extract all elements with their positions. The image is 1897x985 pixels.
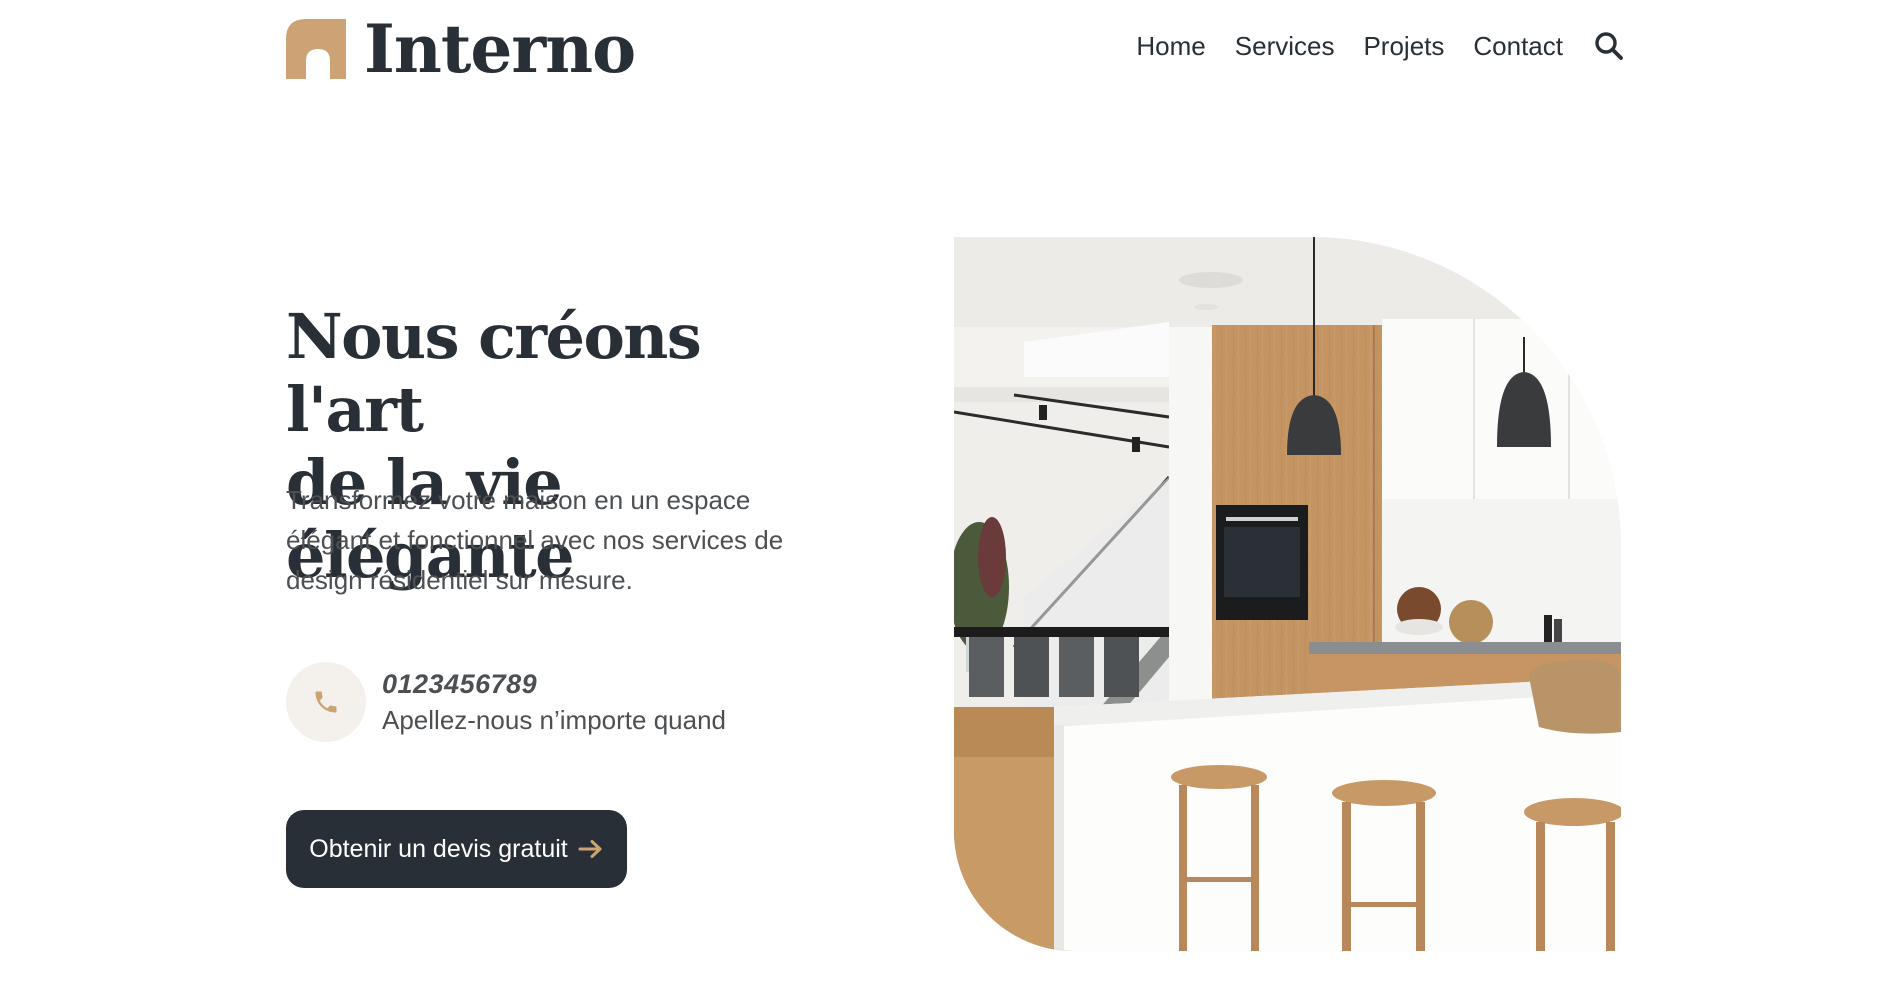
kitchen-interior-photo [954, 237, 1621, 951]
main-nav: Home Services Projets Contact [1136, 26, 1626, 66]
get-quote-button[interactable]: Obtenir un devis gratuit [286, 810, 627, 888]
arrow-right-icon [578, 840, 602, 858]
hero-description-line-2: élégant et fonctionnel avec nos services… [286, 525, 784, 555]
search-button[interactable] [1592, 29, 1626, 63]
phone-contact-text: 0123456789 Apellez-nous n’importe quand [382, 666, 726, 738]
phone-contact[interactable]: 0123456789 Apellez-nous n’importe quand [286, 662, 726, 742]
hero-description: Transformez votre maison en un espace él… [286, 480, 826, 600]
get-quote-label: Obtenir un devis gratuit [309, 834, 568, 863]
hero-description-line-1: Transformez votre maison en un espace [286, 485, 751, 515]
nav-item-projets[interactable]: Projets [1363, 26, 1444, 66]
nav-item-services[interactable]: Services [1235, 26, 1335, 66]
search-icon [1595, 32, 1623, 60]
nav-item-contact[interactable]: Contact [1473, 26, 1563, 66]
phone-number[interactable]: 0123456789 [382, 666, 726, 702]
hero-kitchen-image [954, 237, 1621, 951]
hero-description-line-3: design résidentiel sur mesure. [286, 565, 633, 595]
hero-title-line-1: Nous créons l'art [286, 300, 702, 446]
phone-icon [315, 691, 337, 713]
brand-name: Interno [364, 10, 636, 88]
site-header: Interno Home Services Projets Contact [0, 0, 1897, 95]
logo-arch-icon [286, 19, 346, 79]
brand-logo[interactable]: Interno [286, 10, 636, 88]
phone-icon-badge [286, 662, 366, 742]
phone-caption: Apellez-nous n’importe quand [382, 705, 726, 735]
nav-item-home[interactable]: Home [1136, 26, 1205, 66]
